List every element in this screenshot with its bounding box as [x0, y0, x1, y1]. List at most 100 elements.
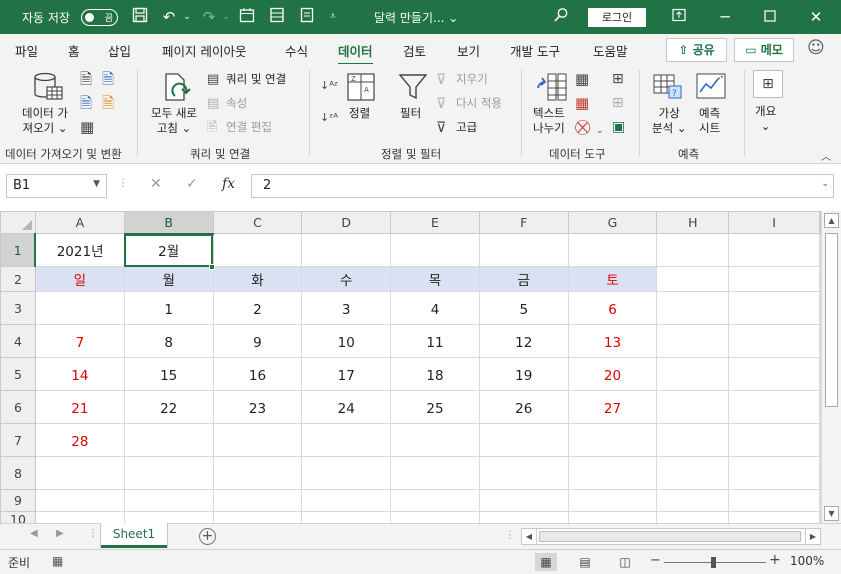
ribbon-display-options-icon[interactable] [669, 7, 689, 27]
forecast-sheet-button[interactable]: 예측 시트 [699, 106, 720, 136]
column-header-f[interactable]: F [478, 211, 569, 234]
fill-handle[interactable] [209, 264, 215, 270]
cell-h6[interactable] [656, 390, 730, 424]
data-validation-icon[interactable]: ⛒ [575, 118, 590, 136]
from-web-icon[interactable]: 🗎 [102, 70, 114, 88]
from-table-icon[interactable]: 🗎 [80, 94, 92, 112]
scroll-right-icon[interactable]: ▶ [805, 529, 820, 544]
calendar-icon[interactable] [237, 7, 257, 27]
zoom-slider-thumb[interactable] [711, 557, 716, 568]
cell-h8[interactable] [656, 456, 730, 490]
tab-file[interactable]: 파일 [15, 41, 38, 60]
cell-i7[interactable] [728, 423, 820, 457]
column-header-h[interactable]: H [656, 211, 730, 234]
cell-c2[interactable]: 화 [212, 266, 303, 292]
cell-b9[interactable] [123, 489, 214, 512]
cell-b10[interactable] [123, 511, 214, 523]
cell-d9[interactable] [301, 489, 392, 512]
row-header-9[interactable]: 9 [0, 489, 36, 512]
customize-qat-icon[interactable]: ⩡ [323, 7, 343, 27]
cell-a6[interactable]: 21 [34, 390, 125, 424]
scroll-up-icon[interactable]: ▲ [824, 213, 839, 228]
cell-i2[interactable] [728, 266, 820, 292]
row-header-7[interactable]: 7 [0, 423, 36, 457]
row-header-5[interactable]: 5 [0, 357, 36, 391]
data-model-icon[interactable]: ▣ [612, 118, 625, 136]
tab-page-layout[interactable]: 페이지 레이아웃 [162, 41, 246, 60]
cell-b2[interactable]: 월 [123, 266, 214, 292]
consolidate-icon[interactable]: ⊞ [612, 70, 624, 88]
cell-b1[interactable]: 2월 [123, 233, 214, 267]
cell-a7[interactable]: 28 [34, 423, 125, 457]
form-icon[interactable] [267, 7, 287, 27]
cell-g9[interactable] [567, 489, 658, 512]
scroll-left-icon[interactable]: ◀ [522, 529, 537, 544]
row-header-6[interactable]: 6 [0, 390, 36, 424]
cell-h2[interactable] [656, 266, 730, 292]
tab-view[interactable]: 보기 [457, 41, 480, 60]
remove-duplicates-icon[interactable]: ▦ [575, 94, 589, 112]
redo-dropdown-icon[interactable]: ⌄ [216, 7, 236, 27]
outline-button[interactable]: 개요 ⌄ [755, 104, 776, 134]
cell-c10[interactable] [212, 511, 303, 523]
cell-i4[interactable] [728, 324, 820, 358]
cell-d7[interactable] [301, 423, 392, 457]
cell-f7[interactable] [478, 423, 569, 457]
cell-d6[interactable]: 24 [301, 390, 392, 424]
cell-c3[interactable]: 2 [212, 291, 303, 325]
close-icon[interactable]: ✕ [806, 7, 826, 27]
collapse-ribbon-icon[interactable]: ︿ [821, 148, 831, 163]
memo-button[interactable]: ▭ 메모 [734, 38, 794, 62]
worksheet-grid[interactable]: ABCDEFGHI 1 2021년 2월 2 일 월 화 수 목 금 토 3 1 2 3 4 5 6 4 7 8 9 10 1… [0, 211, 821, 523]
cell-h3[interactable] [656, 291, 730, 325]
cell-c6[interactable]: 23 [212, 390, 303, 424]
cell-d5[interactable]: 17 [301, 357, 392, 391]
column-header-a[interactable]: A [34, 211, 125, 234]
undo-dropdown-icon[interactable]: ⌄ [177, 7, 197, 27]
row-header-1[interactable]: 1 [0, 233, 37, 267]
cell-h5[interactable] [656, 357, 730, 391]
cell-i1[interactable] [728, 233, 820, 267]
cell-i8[interactable] [728, 456, 820, 490]
maximize-icon[interactable] [760, 7, 780, 27]
share-button[interactable]: ⇧ 공유 [666, 38, 727, 62]
row-header-8[interactable]: 8 [0, 456, 36, 490]
recent-sources-icon[interactable]: 🗎 [102, 94, 114, 112]
cell-c5[interactable]: 16 [212, 357, 303, 391]
relationships-icon[interactable]: ⊞ [612, 94, 624, 112]
zoom-level[interactable]: 100% [790, 554, 824, 568]
cell-d4[interactable]: 10 [301, 324, 392, 358]
cell-g1[interactable] [567, 233, 658, 267]
row-header-4[interactable]: 4 [0, 324, 36, 358]
macro-record-icon[interactable]: ▦ [52, 554, 63, 568]
tab-insert[interactable]: 삽입 [108, 41, 131, 60]
minimize-icon[interactable]: ─ [715, 7, 735, 27]
cell-a1[interactable]: 2021년 [34, 233, 125, 267]
text-to-columns-button[interactable]: 텍스트 나누기 [533, 106, 565, 136]
cell-b8[interactable] [123, 456, 214, 490]
cell-h9[interactable] [656, 489, 730, 512]
sort-button[interactable]: 정렬 [349, 106, 370, 121]
cell-e8[interactable] [390, 456, 480, 490]
from-text-icon[interactable]: 🗎 [80, 70, 92, 88]
cell-d2[interactable]: 수 [301, 266, 392, 292]
reapply-button[interactable]: 다시 적용 [456, 96, 502, 111]
cell-d8[interactable] [301, 456, 392, 490]
clear-filter-button[interactable]: 지우기 [456, 72, 488, 87]
existing-connections-icon[interactable]: ▦ [80, 118, 94, 136]
cell-b3[interactable]: 1 [123, 291, 214, 325]
cell-i10[interactable] [728, 511, 820, 523]
page-layout-view-icon[interactable]: ▤ [574, 553, 596, 571]
sort-az-icon[interactable]: ↓ᴬᶻ [320, 80, 338, 91]
cell-a8[interactable] [34, 456, 125, 490]
cell-d10[interactable] [301, 511, 392, 523]
horizontal-scroll-thumb[interactable] [539, 531, 801, 542]
prev-sheet-icon[interactable]: ◀ [30, 528, 38, 539]
cell-a3[interactable] [34, 291, 125, 325]
column-header-c[interactable]: C [212, 211, 303, 234]
column-header-b[interactable]: B [123, 211, 214, 235]
tab-home[interactable]: 홈 [68, 41, 80, 60]
name-box[interactable]: B1 ▼ [6, 174, 107, 198]
cell-a9[interactable] [34, 489, 125, 512]
cell-e9[interactable] [390, 489, 480, 512]
